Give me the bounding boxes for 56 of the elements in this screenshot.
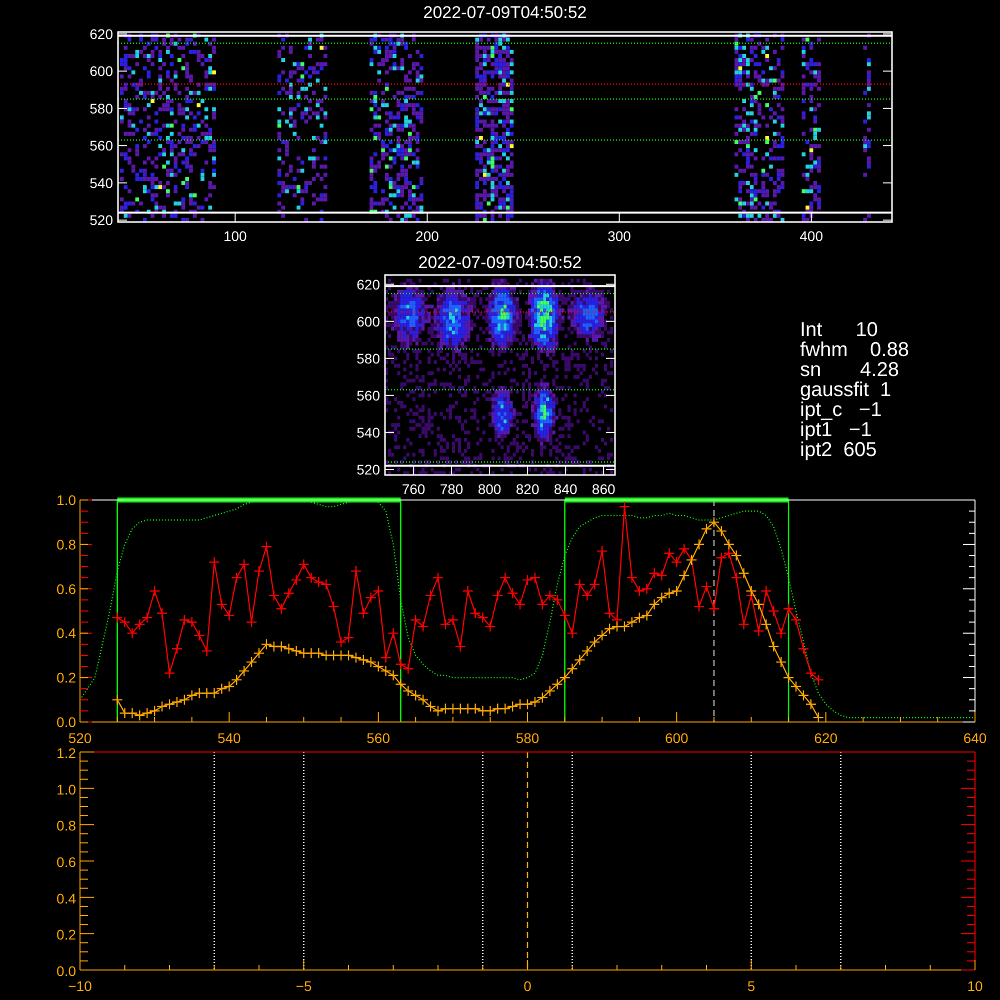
fit-parameter: Int 10: [800, 320, 879, 340]
fit-parameter: ipt2 605: [800, 440, 878, 460]
tick-label: 760: [402, 481, 426, 497]
tick-label: 620: [90, 26, 113, 42]
tick-label: 10: [967, 978, 983, 994]
tick-label: 300: [608, 228, 631, 244]
tick-label: 0.2: [56, 670, 76, 686]
tick-label: 860: [592, 481, 616, 497]
tick-label: 540: [217, 730, 241, 746]
tick-label: 1.0: [56, 781, 76, 798]
tick-label: 1.0: [56, 492, 76, 508]
tick-label: 0.8: [56, 536, 76, 552]
tick-label: 540: [356, 424, 380, 440]
tick-label: 580: [516, 730, 540, 746]
tick-label: 540: [90, 174, 113, 191]
tick-label: 800: [478, 481, 502, 497]
fit-parameter: ipt_c −1: [800, 400, 883, 420]
tick-label: 0.0: [56, 714, 76, 730]
plot-title: 2022-07-09T04:50:52: [423, 3, 587, 22]
tick-label: 600: [356, 313, 380, 330]
tick-label: 580: [356, 350, 380, 366]
tick-label: 520: [68, 730, 92, 746]
fit-parameter: ipt1 −1: [800, 420, 873, 440]
tick-label: 520: [356, 461, 380, 478]
tick-label: 200: [416, 228, 439, 244]
tick-label: 600: [90, 63, 113, 80]
tick-label: 0.8: [56, 818, 76, 834]
tick-label: 0.6: [56, 854, 76, 870]
tick-label: 0: [524, 978, 532, 994]
tick-label: 0.4: [56, 625, 76, 642]
tick-label: 560: [366, 730, 390, 746]
fit-parameter: fwhm 0.88: [800, 340, 909, 360]
tick-label: 0.2: [56, 926, 76, 943]
tick-label: 0.6: [56, 580, 76, 597]
tick-label: 5: [747, 978, 756, 994]
tick-label: 600: [664, 730, 688, 746]
tick-label: 1.2: [56, 745, 76, 761]
tick-label: 620: [814, 730, 838, 746]
tick-label: 640: [963, 730, 987, 746]
plot-title: 2022-07-09T04:50:52: [418, 253, 582, 272]
tick-label: −10: [68, 978, 92, 994]
tick-label: 840: [554, 481, 578, 497]
tick-label: 580: [90, 100, 113, 116]
tick-label: 0.0: [56, 963, 76, 979]
tick-label: 100: [223, 228, 247, 244]
tick-label: 400: [800, 228, 824, 244]
tick-label: 560: [90, 138, 113, 154]
tick-label: 780: [440, 481, 464, 497]
fit-parameter: sn 4.28: [800, 360, 900, 380]
tick-label: 520: [90, 212, 113, 228]
tick-label: 820: [516, 481, 540, 497]
tick-label: −5: [296, 978, 312, 994]
fit-parameter: gaussfit 1: [800, 380, 892, 400]
tick-label: 0.4: [56, 890, 76, 906]
tick-label: 620: [356, 276, 380, 292]
tick-label: 560: [356, 387, 380, 404]
